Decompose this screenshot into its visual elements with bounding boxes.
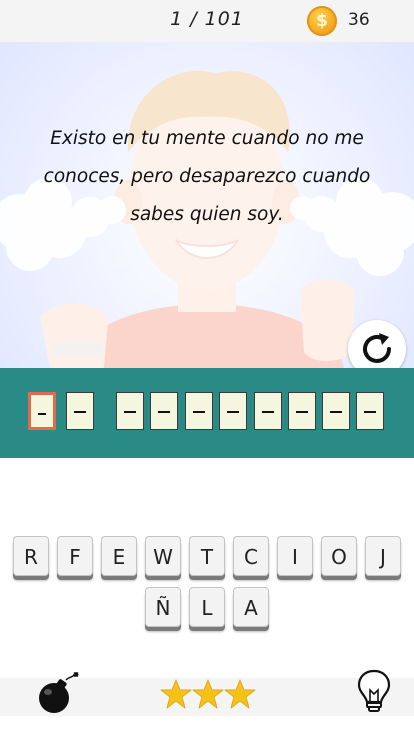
answer-slot[interactable]: [356, 392, 384, 430]
letter-key[interactable]: O: [321, 536, 357, 576]
answer-slot[interactable]: [322, 392, 350, 430]
answer-slot[interactable]: [28, 392, 56, 430]
star-icon: [192, 679, 224, 709]
riddle-line: conoces, pero desaparezco cuando: [43, 166, 371, 187]
riddle-line: sabes quien soy.: [130, 204, 284, 225]
answer-slot[interactable]: [288, 392, 316, 430]
bomb-icon[interactable]: [34, 670, 82, 718]
letter-key[interactable]: T: [189, 536, 225, 576]
letter-key[interactable]: F: [57, 536, 93, 576]
top-bar: 1 / 101 $ 36: [0, 0, 414, 42]
answer-slot[interactable]: [150, 392, 178, 430]
letter-key[interactable]: E: [101, 536, 137, 576]
answer-slot[interactable]: [66, 392, 94, 430]
coin-count: 36: [348, 10, 370, 30]
answer-slot[interactable]: [116, 392, 144, 430]
answer-slot[interactable]: [219, 392, 247, 430]
letter-key[interactable]: A: [233, 587, 269, 627]
coin-icon[interactable]: $: [307, 6, 337, 36]
answer-slot[interactable]: [254, 392, 282, 430]
question-image: Existo en tu mente cuando no me conoces,…: [0, 42, 414, 368]
star-icon: [160, 679, 192, 709]
letter-key[interactable]: J: [365, 536, 401, 576]
refresh-icon: [363, 333, 391, 363]
letter-key[interactable]: L: [189, 587, 225, 627]
letter-key[interactable]: Ñ: [145, 587, 181, 627]
star-icon: [224, 679, 256, 709]
letter-key[interactable]: R: [13, 536, 49, 576]
answer-area: [0, 368, 414, 458]
riddle-text: Existo en tu mente cuando no me conoces,…: [22, 120, 392, 234]
lightbulb-icon[interactable]: [356, 668, 392, 714]
stars-rating: [160, 679, 256, 709]
letter-key[interactable]: C: [233, 536, 269, 576]
riddle-line: Existo en tu mente cuando no me: [50, 128, 364, 149]
letter-key[interactable]: I: [277, 536, 313, 576]
letter-key[interactable]: W: [145, 536, 181, 576]
answer-slot[interactable]: [185, 392, 213, 430]
